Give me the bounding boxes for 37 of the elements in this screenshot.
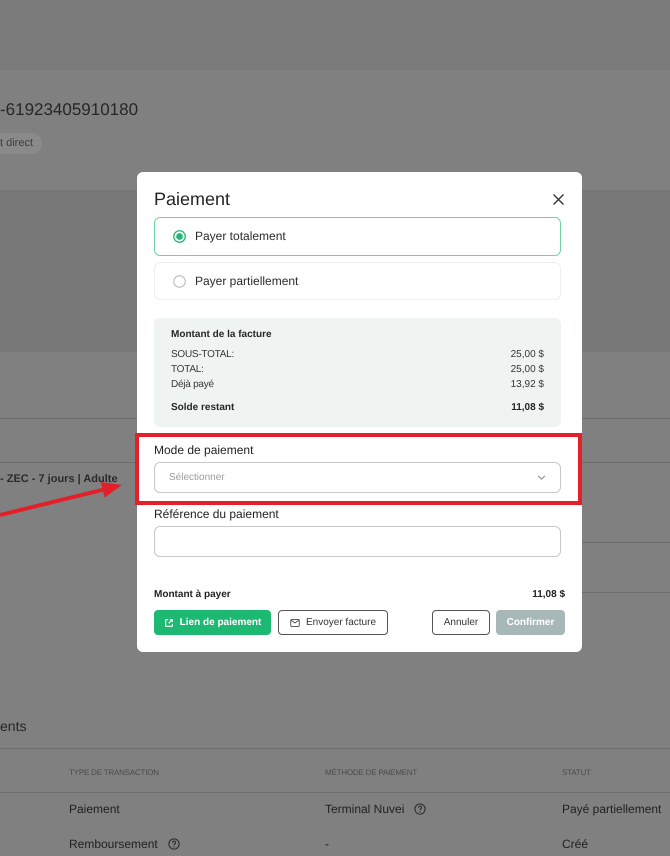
close-icon[interactable] (553, 194, 564, 204)
chevron-down-icon (537, 475, 546, 480)
dialog-title: Paiement (154, 188, 230, 211)
radio-button[interactable] (173, 274, 186, 288)
mail-icon (290, 618, 300, 626)
section-title: ents (0, 717, 26, 735)
action-button[interactable]: Envoyer facture (278, 610, 388, 635)
table-cell: Paiement (69, 802, 120, 816)
table-cell: - (325, 836, 329, 852)
table-cell: Payé partiellement (562, 802, 662, 816)
help-icon[interactable] (168, 838, 180, 850)
line-item-text: - ZEC - 7 jours | Adulte (0, 472, 118, 486)
summary-label: TOTAL: (171, 364, 204, 376)
summary-value: 25,00 $ (510, 348, 544, 360)
field-label: Mode de paiement (154, 442, 254, 458)
table-cell: Créé (562, 836, 588, 852)
table-cell: Remboursement (69, 836, 158, 852)
tag: t direct (0, 133, 42, 154)
summary-label: Déjà payé (171, 378, 214, 390)
radio-button[interactable] (173, 230, 186, 243)
page-heading: -61923405910180 (0, 99, 138, 121)
payment-option[interactable]: Payer totalement (154, 217, 561, 256)
summary-value: 25,00 $ (510, 364, 544, 376)
table-cell: Terminal Nuvei (325, 802, 404, 816)
external-link-icon (164, 618, 174, 628)
summary-title: Montant de la facture (171, 329, 272, 341)
reference-input[interactable] (154, 526, 561, 557)
amount-value: 11,08 $ (532, 589, 565, 601)
payment-option[interactable]: Payer partiellement (154, 262, 561, 300)
amount-label: Montant à payer (154, 589, 231, 601)
field-label: Référence du paiement (154, 506, 279, 522)
summary-label: SOUS-TOTAL: (171, 348, 234, 360)
balance-value: 11,08 $ (511, 402, 544, 414)
action-button[interactable]: Annuler (432, 610, 490, 635)
balance-label: Solde restant (171, 402, 234, 414)
summary-value: 13,92 $ (510, 378, 544, 390)
help-icon[interactable] (414, 803, 426, 815)
